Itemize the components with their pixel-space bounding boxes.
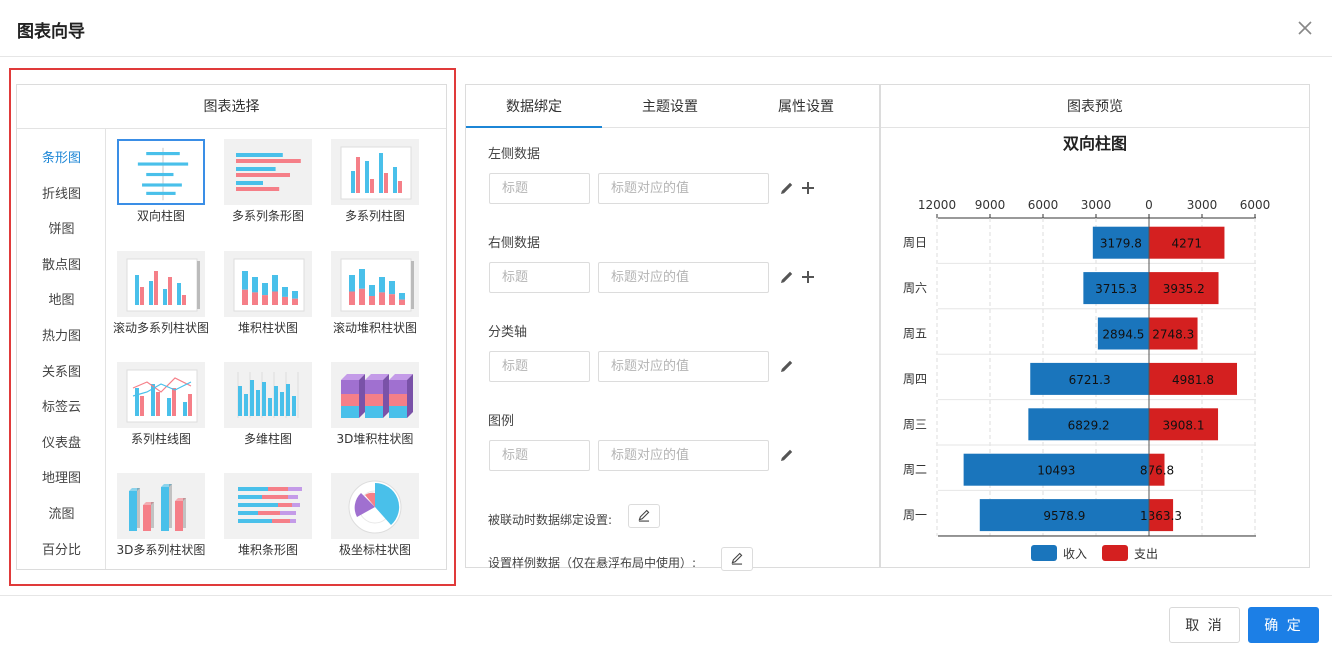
left-bar-label: 6829.2 xyxy=(1068,418,1110,432)
linkage-binding-label: 被联动时数据绑定设置: xyxy=(488,513,613,527)
left-bar-label: 9578.9 xyxy=(1043,509,1085,523)
pencil-icon[interactable] xyxy=(779,180,795,196)
data-binding-panel: 数据绑定 主题设置 属性设置 左侧数据右侧数据分类轴图例 被联动时数据绑定设置:… xyxy=(465,84,880,571)
binding-section-label: 图例 xyxy=(488,414,515,429)
right-bar-label: 4981.8 xyxy=(1172,373,1214,387)
legend-label-expense: 支出 xyxy=(1134,547,1158,561)
right-bar-label: 2748.3 xyxy=(1152,328,1194,342)
right-bar-label: 3908.1 xyxy=(1163,418,1205,432)
dialog-title: 图表向导 xyxy=(17,22,85,42)
plus-icon[interactable] xyxy=(800,180,816,196)
x-tick-label: 12000 xyxy=(918,198,956,212)
plus-icon[interactable] xyxy=(800,269,816,285)
left-bar-label: 2894.5 xyxy=(1102,328,1144,342)
binding-section-label: 左侧数据 xyxy=(488,147,541,162)
legend-swatch-income xyxy=(1031,545,1057,561)
left-bar-label: 3179.8 xyxy=(1100,237,1142,251)
chart-preview-title: 图表预览 xyxy=(881,85,1309,128)
binding-tabs: 数据绑定 主题设置 属性设置 xyxy=(466,85,879,128)
close-icon[interactable] xyxy=(1294,17,1316,39)
tab-theme-settings[interactable]: 主题设置 xyxy=(602,85,738,128)
x-tick-label: 6000 xyxy=(1240,198,1271,212)
pencil-outline-icon xyxy=(638,509,650,522)
category-label: 周一 xyxy=(903,508,927,522)
binding-value-input[interactable] xyxy=(598,440,769,471)
left-bar-label: 3715.3 xyxy=(1095,282,1137,296)
tab-data-binding[interactable]: 数据绑定 xyxy=(466,85,602,128)
pencil-icon[interactable] xyxy=(779,447,795,463)
right-bar-label: 3935.2 xyxy=(1163,282,1205,296)
binding-value-input[interactable] xyxy=(598,262,769,293)
x-tick-label: 3000 xyxy=(1081,198,1112,212)
category-label: 周日 xyxy=(903,236,927,250)
binding-title-input[interactable] xyxy=(489,440,590,471)
category-label: 周五 xyxy=(903,327,927,341)
confirm-button[interactable]: 确 定 xyxy=(1248,607,1319,643)
pencil-outline-icon xyxy=(731,552,743,565)
legend-label-income: 收入 xyxy=(1063,547,1087,561)
category-label: 周六 xyxy=(903,281,927,295)
binding-title-input[interactable] xyxy=(489,173,590,204)
pencil-icon[interactable] xyxy=(779,269,795,285)
category-label: 周三 xyxy=(903,417,927,431)
legend-swatch-expense xyxy=(1102,545,1128,561)
sample-data-label: 设置样例数据（仅在悬浮布局中使用）: xyxy=(488,556,697,570)
x-tick-label: 3000 xyxy=(1187,198,1218,212)
sample-data-edit-button[interactable] xyxy=(721,547,753,571)
category-label: 周四 xyxy=(903,372,927,386)
binding-title-input[interactable] xyxy=(489,262,590,293)
right-bar-label: 4271 xyxy=(1171,237,1202,251)
left-bar-label: 10493 xyxy=(1037,464,1075,478)
category-label: 周二 xyxy=(903,463,927,477)
dialog-header: 图表向导 xyxy=(0,0,1332,57)
right-bar-label: 1363.3 xyxy=(1140,509,1182,523)
linkage-edit-button[interactable] xyxy=(628,504,660,528)
chart-preview-panel: 图表预览 双向柱图 12000 9000 6000 3000 0 3000 6000 周日 317… xyxy=(880,84,1310,568)
right-bar-label: 876.8 xyxy=(1140,464,1174,478)
tab-property-settings[interactable]: 属性设置 xyxy=(738,85,874,128)
x-tick-label: 6000 xyxy=(1028,198,1059,212)
left-bar-label: 6721.3 xyxy=(1069,373,1111,387)
chart-title: 双向柱图 xyxy=(1063,134,1127,153)
binding-section-label: 分类轴 xyxy=(488,325,528,340)
binding-value-input[interactable] xyxy=(598,351,769,382)
pencil-icon[interactable] xyxy=(779,358,795,374)
footer-divider xyxy=(0,595,1332,596)
cancel-button[interactable]: 取 消 xyxy=(1169,607,1240,643)
x-tick-label: 9000 xyxy=(975,198,1006,212)
bidirectional-bar-chart: 双向柱图 12000 9000 6000 3000 0 3000 6000 周日 3179.8 42… xyxy=(903,134,1271,561)
binding-value-input[interactable] xyxy=(598,173,769,204)
binding-title-input[interactable] xyxy=(489,351,590,382)
binding-section-label: 右侧数据 xyxy=(488,236,541,251)
highlight-frame xyxy=(9,68,456,586)
x-tick-label: 0 xyxy=(1145,198,1153,212)
